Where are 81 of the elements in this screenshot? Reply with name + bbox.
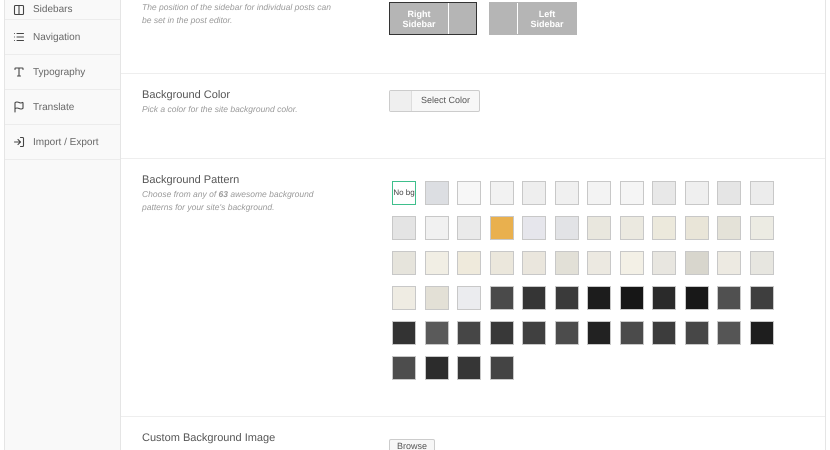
pattern-swatch[interactable]: [392, 216, 416, 240]
pattern-swatch[interactable]: [392, 286, 416, 310]
pattern-swatch[interactable]: [684, 251, 708, 275]
pattern-swatch[interactable]: [717, 181, 741, 205]
pattern-swatch[interactable]: [620, 286, 644, 310]
pattern-swatch[interactable]: [457, 216, 481, 240]
browse-button[interactable]: Browse: [389, 439, 436, 450]
pattern-swatch[interactable]: [457, 251, 481, 275]
sidebar-item[interactable]: Import / Export: [5, 125, 120, 160]
pattern-swatch[interactable]: [750, 216, 774, 240]
section-description: Pick a color for the site background color.: [142, 103, 299, 116]
pattern-swatch[interactable]: [424, 286, 448, 310]
columns-icon: [13, 4, 25, 16]
pattern-swatch[interactable]: [490, 321, 514, 345]
pattern-swatch[interactable]: [587, 216, 611, 240]
pattern-swatch[interactable]: [457, 356, 481, 380]
pattern-swatch[interactable]: [587, 286, 611, 310]
pattern-swatch[interactable]: [457, 286, 481, 310]
section-title: Background Color: [142, 88, 232, 102]
pattern-swatch[interactable]: [684, 181, 708, 205]
pattern-swatch[interactable]: [554, 321, 578, 345]
pattern-swatch[interactable]: [522, 251, 546, 275]
sidebar-item[interactable]: Navigation: [5, 20, 120, 55]
pattern-swatch[interactable]: [554, 181, 578, 205]
pattern-swatch[interactable]: [424, 216, 448, 240]
pattern-swatch[interactable]: [587, 251, 611, 275]
pattern-swatch[interactable]: [652, 251, 676, 275]
pattern-swatch[interactable]: [717, 251, 741, 275]
pattern-swatch[interactable]: [490, 356, 514, 380]
pattern-swatch[interactable]: [717, 286, 741, 310]
pattern-swatch[interactable]: [392, 251, 416, 275]
sidebar-item[interactable]: Translate: [5, 90, 120, 125]
pattern-swatch[interactable]: [522, 216, 546, 240]
pattern-swatch[interactable]: [490, 181, 514, 205]
sidebar-item[interactable]: Typography: [5, 55, 120, 90]
pattern-swatch[interactable]: [490, 251, 514, 275]
flag-icon: [13, 101, 25, 113]
pattern-swatch[interactable]: [490, 216, 514, 240]
pattern-swatch[interactable]: [424, 356, 448, 380]
pattern-swatch[interactable]: [652, 286, 676, 310]
pattern-swatch[interactable]: [522, 286, 546, 310]
section-description: The position of the sidebar for individual posts can be set in the post editor.: [142, 1, 332, 27]
pattern-swatch[interactable]: [554, 251, 578, 275]
pattern-swatch[interactable]: [652, 216, 676, 240]
pattern-swatch[interactable]: [684, 321, 708, 345]
pattern-swatch[interactable]: [750, 181, 774, 205]
pattern-swatch[interactable]: [620, 321, 644, 345]
pattern-swatch[interactable]: [684, 216, 708, 240]
pattern-swatch[interactable]: [717, 321, 741, 345]
section-description: Choose from any of 63 awesome background patterns for your site's background.: [142, 188, 315, 214]
pattern-swatch[interactable]: [587, 321, 611, 345]
text-icon: [13, 66, 25, 78]
pattern-swatch[interactable]: [424, 251, 448, 275]
pattern-swatch[interactable]: [392, 356, 416, 380]
section-title: Background Pattern: [142, 173, 240, 187]
pattern-swatch[interactable]: [620, 181, 644, 205]
pattern-swatch[interactable]: [750, 251, 774, 275]
pattern-swatch[interactable]: [620, 251, 644, 275]
select-color-button[interactable]: Select Color: [389, 90, 480, 112]
pattern-swatch[interactable]: [620, 216, 644, 240]
pattern-swatch[interactable]: [554, 216, 578, 240]
pattern-swatch[interactable]: [424, 181, 448, 205]
pattern-swatch[interactable]: [554, 286, 578, 310]
pattern-swatch[interactable]: [750, 286, 774, 310]
pattern-swatch[interactable]: [424, 321, 448, 345]
pattern-swatch[interactable]: [652, 181, 676, 205]
pattern-swatch[interactable]: [652, 321, 676, 345]
pattern-swatch[interactable]: [392, 321, 416, 345]
no-background-option[interactable]: No bg: [392, 181, 416, 205]
pattern-swatch[interactable]: [522, 321, 546, 345]
pattern-swatch[interactable]: [750, 321, 774, 345]
pattern-swatch[interactable]: [684, 286, 708, 310]
pattern-swatch[interactable]: [490, 286, 514, 310]
pattern-swatch[interactable]: [717, 216, 741, 240]
sign-in-icon: [13, 136, 25, 148]
pattern-swatch[interactable]: [457, 181, 481, 205]
pattern-swatch[interactable]: [522, 181, 546, 205]
pattern-swatch[interactable]: [457, 321, 481, 345]
section-title: Custom Background Image: [142, 431, 276, 445]
sidebar-item[interactable]: Sidebars: [5, 0, 120, 20]
pattern-swatch[interactable]: [587, 181, 611, 205]
